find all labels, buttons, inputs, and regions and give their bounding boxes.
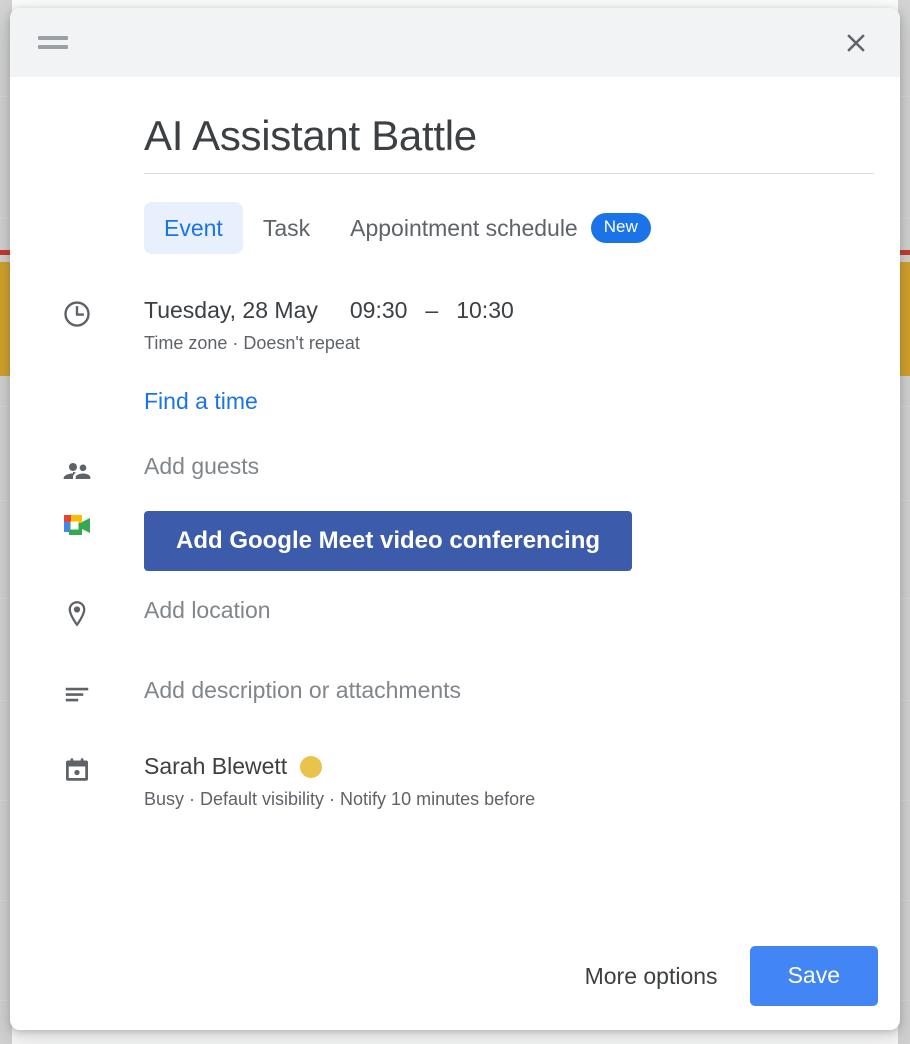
owner-meta-text[interactable]: Busy · Default visibility · Notify 10 mi…	[144, 789, 872, 810]
tab-appointment-schedule-label: Appointment schedule	[350, 214, 578, 243]
guests-content: Add guests	[144, 453, 900, 480]
google-meet-icon	[61, 513, 93, 541]
description-content: Add description or attachments	[144, 677, 900, 704]
find-time-icon-spacer	[10, 388, 144, 390]
find-time-content: Find a time	[144, 388, 900, 415]
location-row: Add location	[10, 597, 900, 629]
event-title-input[interactable]: AI Assistant Battle	[144, 113, 874, 174]
guests-row: Add guests	[10, 453, 900, 487]
drag-handle-icon[interactable]	[38, 35, 68, 51]
timezone-repeat-text[interactable]: Time zone · Doesn't repeat	[144, 333, 872, 354]
event-end-time-button[interactable]: 10:30	[456, 297, 514, 324]
description-lines-icon	[62, 679, 92, 709]
datetime-primary: Tuesday, 28 May 09:30 – 10:30	[144, 297, 872, 324]
owner-content: Sarah Blewett Busy · Default visibility …	[144, 753, 900, 810]
meet-content: Add Google Meet video conferencing	[144, 511, 900, 572]
location-pin-icon	[62, 599, 92, 629]
add-description-input[interactable]: Add description or attachments	[144, 677, 461, 703]
more-options-button[interactable]: More options	[563, 949, 740, 1004]
description-row: Add description or attachments	[10, 677, 900, 709]
drag-handle-bar	[38, 36, 68, 40]
description-icon-wrap	[10, 677, 144, 709]
type-tabs: Event Task Appointment schedule New	[10, 201, 900, 254]
close-icon	[841, 28, 871, 58]
tab-task[interactable]: Task	[243, 202, 330, 255]
calendar-icon	[62, 755, 92, 785]
add-guests-input[interactable]: Add guests	[144, 453, 259, 479]
new-badge: New	[591, 213, 651, 242]
add-location-input[interactable]: Add location	[144, 597, 271, 623]
google-meet-icon-wrap	[10, 511, 144, 541]
drag-handle-bar	[38, 45, 68, 49]
page-root: AI Assistant Battle Event Task Appointme…	[0, 0, 910, 1044]
event-dialog: AI Assistant Battle Event Task Appointme…	[10, 8, 900, 1030]
owner-name[interactable]: Sarah Blewett	[144, 753, 287, 780]
clock-icon-wrap	[10, 297, 144, 329]
people-icon-wrap	[10, 453, 144, 487]
clock-icon	[62, 299, 92, 329]
dialog-header	[10, 8, 900, 77]
calendar-color-dot	[300, 756, 322, 778]
event-date-button[interactable]: Tuesday, 28 May	[144, 297, 318, 324]
meet-row: Add Google Meet video conferencing	[10, 511, 900, 572]
find-a-time-link[interactable]: Find a time	[144, 388, 258, 415]
datetime-row: Tuesday, 28 May 09:30 – 10:30 Time zone …	[10, 297, 900, 354]
title-container: AI Assistant Battle	[10, 113, 900, 174]
event-start-time-button[interactable]: 09:30	[350, 297, 408, 324]
dialog-footer: More options Save	[10, 946, 900, 1030]
people-icon	[61, 455, 93, 487]
save-button[interactable]: Save	[750, 946, 878, 1006]
add-google-meet-button[interactable]: Add Google Meet video conferencing	[144, 511, 632, 572]
find-time-row: Find a time	[10, 388, 900, 415]
datetime-dash: –	[425, 297, 438, 324]
calendar-icon-wrap	[10, 753, 144, 785]
owner-name-line: Sarah Blewett	[144, 753, 872, 780]
dialog-body: AI Assistant Battle Event Task Appointme…	[10, 77, 900, 946]
close-button[interactable]	[834, 21, 878, 65]
location-content: Add location	[144, 597, 900, 624]
tab-appointment-schedule[interactable]: Appointment schedule New	[330, 201, 651, 254]
datetime-content: Tuesday, 28 May 09:30 – 10:30 Time zone …	[144, 297, 900, 354]
location-icon-wrap	[10, 597, 144, 629]
owner-row: Sarah Blewett Busy · Default visibility …	[10, 753, 900, 810]
tab-event[interactable]: Event	[144, 202, 243, 255]
